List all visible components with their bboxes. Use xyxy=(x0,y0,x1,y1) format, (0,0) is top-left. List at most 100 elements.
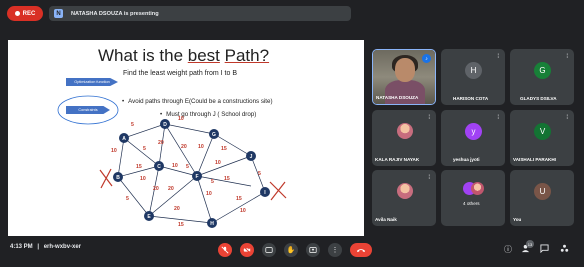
participant-name: HARISON COTA xyxy=(453,96,489,101)
node-b: B xyxy=(113,172,123,182)
speaking-icon: ♪ xyxy=(422,54,431,63)
presenting-text: NATASHA DSOUZA is presenting xyxy=(71,10,159,17)
participant-tile-harison[interactable]: ⁞ H HARISON COTA xyxy=(441,49,505,105)
avatar: U xyxy=(534,183,551,200)
avatar xyxy=(397,123,413,139)
participant-tile-gladys[interactable]: ⁞ G GLADYS DSILVA xyxy=(510,49,574,105)
participant-name: You xyxy=(513,217,522,222)
weight-label: 10 xyxy=(140,176,146,182)
svg-text:J: J xyxy=(250,154,253,160)
recording-badge: REC xyxy=(7,6,43,21)
weight-label: 10 xyxy=(178,116,184,122)
meeting-info: 4:13 PM | erh-wxbv-xer xyxy=(10,244,81,250)
participant-tile-you[interactable]: U You xyxy=(510,170,574,226)
node-g: G xyxy=(209,129,219,139)
info-icon[interactable]: ⓘ xyxy=(504,244,512,255)
others-label: 4 others xyxy=(463,201,480,206)
avatar: G xyxy=(534,62,551,79)
weight-label: 20 xyxy=(153,186,159,192)
presenting-banner[interactable]: N NATASHA DSOUZA is presenting xyxy=(49,6,351,21)
avatar xyxy=(397,183,413,199)
participant-name: NATASHA DSOUZA xyxy=(376,95,419,100)
others-avatars xyxy=(463,182,485,198)
mic-off-icon: ⁞ xyxy=(428,115,430,121)
captions-icon[interactable] xyxy=(262,243,276,257)
participant-name: VAISHALI PARAKHI xyxy=(513,157,556,162)
avatar: y xyxy=(465,123,482,140)
node-i: I xyxy=(260,187,270,197)
svg-text:F: F xyxy=(195,174,198,180)
participant-tile-avila[interactable]: ⁞ Avila Naik xyxy=(372,170,436,226)
separator: | xyxy=(37,244,40,250)
node-a: A xyxy=(119,133,129,143)
node-f: F xyxy=(192,171,202,181)
node-e: E xyxy=(144,211,154,221)
weight-label: 10 xyxy=(206,191,212,197)
weight-label: 20 xyxy=(181,144,187,150)
mic-off-icon: ⁞ xyxy=(497,54,499,60)
mic-off-icon: ⁞ xyxy=(428,175,430,181)
weight-label: 10 xyxy=(111,148,117,154)
weight-label: 15 xyxy=(136,164,142,170)
mic-off-icon: ⁞ xyxy=(497,115,499,121)
svg-text:B: B xyxy=(116,175,120,181)
weight-label: 10 xyxy=(240,208,246,214)
weight-label: 10 xyxy=(172,163,178,169)
weight-label: 5 xyxy=(143,146,146,152)
activities-icon[interactable] xyxy=(560,244,569,255)
participant-name: GLADYS DSILVA xyxy=(520,96,557,101)
weight-label: 20 xyxy=(158,140,164,146)
weight-label: 10 xyxy=(215,160,221,166)
recording-dot-icon xyxy=(14,11,20,16)
mic-off-icon[interactable] xyxy=(218,243,232,257)
more-icon[interactable]: ⋮ xyxy=(328,243,342,257)
node-d: D xyxy=(160,119,170,129)
weight-label: 5 xyxy=(211,179,214,185)
weight-label: 20 xyxy=(168,186,174,192)
svg-text:H: H xyxy=(210,221,214,227)
cross-b-mark xyxy=(99,168,113,189)
mic-off-icon: ⁞ xyxy=(566,115,568,121)
svg-text:D: D xyxy=(163,122,167,128)
participant-tile-others[interactable]: 4 others xyxy=(441,170,505,226)
participant-name: KALA RAJIV NAYAK xyxy=(375,157,420,162)
weight-label: 15 xyxy=(236,196,242,202)
weight-label: 5 xyxy=(131,122,134,128)
participant-tile-kala[interactable]: ⁞ KALA RAJIV NAYAK xyxy=(372,110,436,166)
node-j: J xyxy=(246,151,256,161)
hangup-icon[interactable] xyxy=(350,243,372,257)
clock-time: 4:13 PM xyxy=(10,244,33,250)
svg-text:C: C xyxy=(157,164,161,170)
participant-tile-vaishali[interactable]: ⁞ V VAISHALI PARAKHI xyxy=(510,110,574,166)
meeting-code: erh-wxbv-xer xyxy=(43,244,82,250)
recording-label: REC xyxy=(22,10,36,17)
weight-label: 20 xyxy=(174,206,180,212)
presenter-initial: N xyxy=(54,9,63,18)
graph-diagram: 5 10 10 20 5 20 10 15 15 10 5 10 15 5 10… xyxy=(57,95,287,228)
svg-text:G: G xyxy=(212,132,216,138)
participant-name: yeshua jyoti xyxy=(453,157,480,162)
weight-label: 15 xyxy=(221,146,227,152)
weight-label: 5 xyxy=(186,164,189,170)
weight-label: 15 xyxy=(224,176,230,182)
node-c: C xyxy=(154,161,164,171)
camera-off-icon[interactable] xyxy=(240,243,254,257)
weight-label: 5 xyxy=(258,171,261,177)
mic-off-icon: ⁞ xyxy=(566,54,568,60)
weight-label: 5 xyxy=(126,196,129,202)
weight-label: 10 xyxy=(198,144,204,150)
avatar: V xyxy=(534,123,551,140)
svg-text:A: A xyxy=(122,136,126,142)
weight-label: 15 xyxy=(178,222,184,228)
chat-icon[interactable] xyxy=(540,244,549,255)
shared-slide: What is the best Path? Find the least we… xyxy=(8,40,364,236)
participant-tile-yeshua[interactable]: ⁞ y yeshua jyoti xyxy=(441,110,505,166)
participant-name: Avila Naik xyxy=(375,217,397,222)
raise-hand-icon[interactable]: ✋ xyxy=(284,243,298,257)
present-icon[interactable] xyxy=(306,243,320,257)
avatar: H xyxy=(465,62,482,79)
constraint-circle xyxy=(57,95,119,125)
node-h: H xyxy=(207,218,217,228)
participant-tile-natasha[interactable]: ♪ NATASHA DSOUZA xyxy=(372,49,436,105)
cross-i-mark xyxy=(269,181,287,201)
